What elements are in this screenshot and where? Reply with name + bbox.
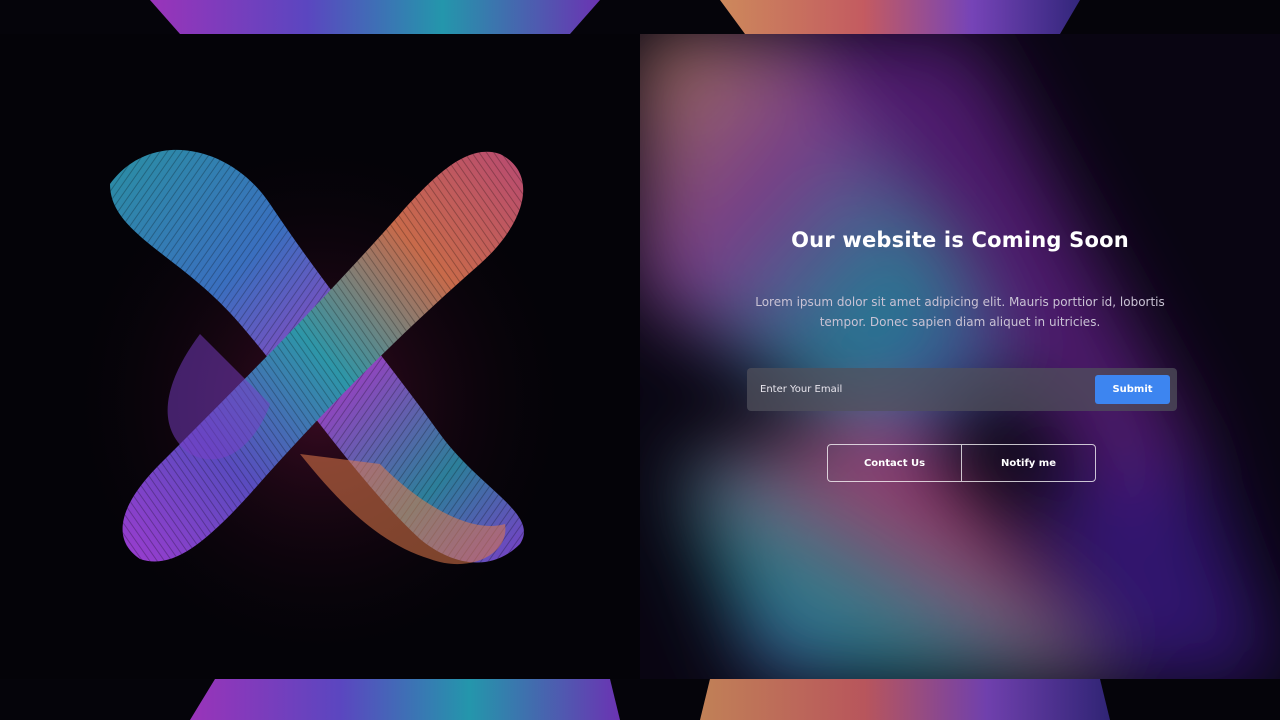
notify-me-button[interactable]: Notify me — [961, 445, 1095, 481]
page-title: Our website is Coming Soon — [791, 228, 1129, 252]
page: Our website is Coming Soon Lorem ipsum d… — [0, 0, 1280, 720]
hero-content: Our website is Coming Soon Lorem ipsum d… — [640, 34, 1280, 679]
artwork-panel — [0, 34, 640, 679]
page-description: Lorem ipsum dolor sit amet adipicing eli… — [755, 295, 1165, 329]
email-input[interactable] — [747, 368, 1087, 411]
action-button-group: Contact Us Notify me — [827, 444, 1096, 482]
content-panel: Our website is Coming Soon Lorem ipsum d… — [640, 34, 1280, 679]
contact-us-button[interactable]: Contact Us — [828, 445, 961, 481]
abstract-x-image — [60, 104, 580, 644]
submit-button[interactable]: Submit — [1095, 375, 1170, 404]
coming-soon-card: Our website is Coming Soon Lorem ipsum d… — [0, 34, 1280, 679]
subscribe-form: Submit — [747, 368, 1177, 411]
